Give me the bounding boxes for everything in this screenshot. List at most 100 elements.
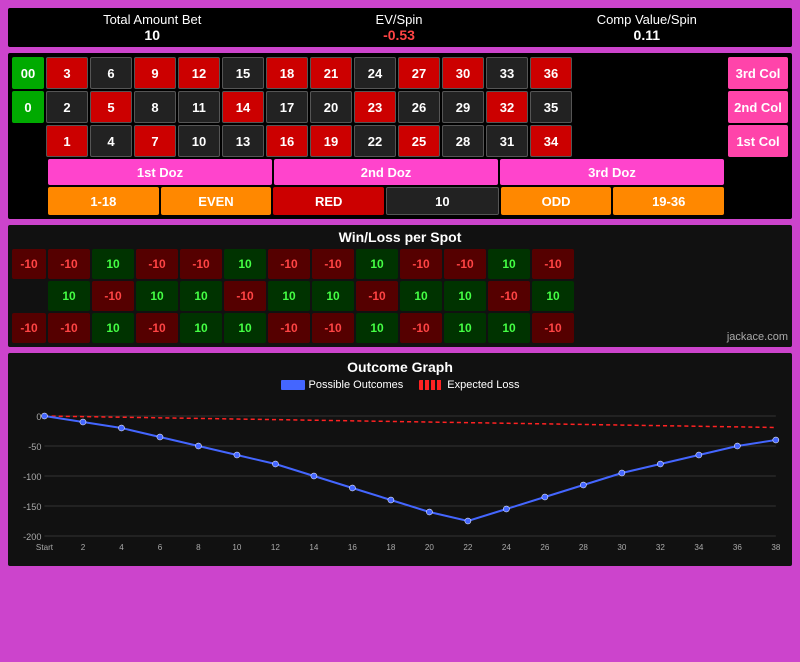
num-cell-30[interactable]: 30 — [442, 57, 484, 89]
num-cell-8[interactable]: 8 — [134, 91, 176, 123]
num-cell-29[interactable]: 29 — [442, 91, 484, 123]
svg-text:30: 30 — [617, 543, 627, 552]
svg-text:12: 12 — [271, 543, 281, 552]
wl-cell-0-8: -10 — [400, 249, 442, 279]
svg-text:Start: Start — [36, 543, 54, 552]
svg-text:8: 8 — [196, 543, 201, 552]
svg-text:18: 18 — [386, 543, 396, 552]
num-cell-12[interactable]: 12 — [178, 57, 220, 89]
wl-cell-2-3: 10 — [180, 313, 222, 343]
outside-bet-1[interactable]: EVEN — [161, 187, 272, 215]
total-amount-label: Total Amount Bet — [103, 12, 201, 27]
svg-text:6: 6 — [158, 543, 163, 552]
num-cell-4[interactable]: 4 — [90, 125, 132, 157]
num-cell-5[interactable]: 5 — [90, 91, 132, 123]
zero-00-cell[interactable]: 00 — [12, 57, 44, 89]
number-grid: 3691215182124273033362581114172023262932… — [46, 57, 726, 157]
svg-text:20: 20 — [425, 543, 435, 552]
outside-bet-2[interactable]: RED — [273, 187, 384, 215]
num-cell-1[interactable]: 1 — [46, 125, 88, 157]
wl-cell-0-9: -10 — [444, 249, 486, 279]
svg-text:2: 2 — [81, 543, 86, 552]
outside-bet-0[interactable]: 1-18 — [48, 187, 159, 215]
num-cell-16[interactable]: 16 — [266, 125, 308, 157]
graph-section: Outcome Graph Possible Outcomes Expected… — [8, 353, 792, 566]
outside-bet-4[interactable]: ODD — [501, 187, 612, 215]
num-cell-20[interactable]: 20 — [310, 91, 352, 123]
wl-cell-1-9: 10 — [444, 281, 486, 311]
num-cell-2[interactable]: 2 — [46, 91, 88, 123]
col-label-2[interactable]: 1st Col — [728, 125, 788, 157]
svg-text:4: 4 — [119, 543, 124, 552]
total-amount-stat: Total Amount Bet 10 — [103, 12, 201, 43]
wl-cell-0-5: -10 — [268, 249, 310, 279]
dozen-label-1[interactable]: 2nd Doz — [274, 159, 498, 185]
col-label-1[interactable]: 2nd Col — [728, 91, 788, 123]
num-cell-13[interactable]: 13 — [222, 125, 264, 157]
num-cell-3[interactable]: 3 — [46, 57, 88, 89]
svg-text:-50: -50 — [28, 442, 41, 452]
num-cell-33[interactable]: 33 — [486, 57, 528, 89]
zero-0-cell[interactable]: 0 — [12, 91, 44, 123]
ev-spin-label: EV/Spin — [376, 12, 423, 27]
dozen-label-2[interactable]: 3rd Doz — [500, 159, 724, 185]
num-cell-7[interactable]: 7 — [134, 125, 176, 157]
wl-row-2: -10-1010-101010-10-1010-101010-10 — [12, 313, 788, 343]
svg-text:38: 38 — [771, 543, 781, 552]
svg-text:16: 16 — [348, 543, 358, 552]
num-cell-34[interactable]: 34 — [530, 125, 572, 157]
num-cell-22[interactable]: 22 — [354, 125, 396, 157]
legend-expected: Expected Loss — [419, 379, 519, 391]
num-cell-31[interactable]: 31 — [486, 125, 528, 157]
wl-cell-0-6: -10 — [312, 249, 354, 279]
num-cell-19[interactable]: 19 — [310, 125, 352, 157]
board-row-2: 147101316192225283134 — [46, 125, 726, 157]
num-cell-23[interactable]: 23 — [354, 91, 396, 123]
legend-possible-label: Possible Outcomes — [309, 379, 404, 391]
board-row-1: 258111417202326293235 — [46, 91, 726, 123]
wl-cell-2-2: -10 — [136, 313, 178, 343]
wl-cell-2-9: 10 — [444, 313, 486, 343]
num-cell-28[interactable]: 28 — [442, 125, 484, 157]
num-cell-18[interactable]: 18 — [266, 57, 308, 89]
wl-cell-2-11: -10 — [532, 313, 574, 343]
num-cell-21[interactable]: 21 — [310, 57, 352, 89]
legend-possible: Possible Outcomes — [281, 379, 404, 391]
column-labels: 3rd Col2nd Col1st Col — [728, 57, 788, 157]
num-cell-24[interactable]: 24 — [354, 57, 396, 89]
num-cell-36[interactable]: 36 — [530, 57, 572, 89]
wl-cell-0-0: -10 — [48, 249, 90, 279]
num-cell-15[interactable]: 15 — [222, 57, 264, 89]
svg-text:-150: -150 — [23, 502, 41, 512]
winloss-title: Win/Loss per Spot — [12, 229, 788, 245]
svg-text:36: 36 — [733, 543, 743, 552]
outside-bet-3[interactable]: 10 — [386, 187, 499, 215]
wl-cell-2-4: 10 — [224, 313, 266, 343]
graph-title: Outcome Graph — [14, 359, 786, 375]
num-cell-26[interactable]: 26 — [398, 91, 440, 123]
num-cell-11[interactable]: 11 — [178, 91, 220, 123]
wl-cell-1-6: 10 — [312, 281, 354, 311]
num-cell-27[interactable]: 27 — [398, 57, 440, 89]
num-cell-10[interactable]: 10 — [178, 125, 220, 157]
outside-bet-5[interactable]: 19-36 — [613, 187, 724, 215]
wl-cell-0-3: -10 — [180, 249, 222, 279]
num-cell-6[interactable]: 6 — [90, 57, 132, 89]
num-cell-17[interactable]: 17 — [266, 91, 308, 123]
wl-cell-2-8: -10 — [400, 313, 442, 343]
num-cell-32[interactable]: 32 — [486, 91, 528, 123]
legend-blue-icon — [281, 380, 305, 390]
zero-column: 00 0 — [12, 57, 44, 157]
wl-cell-0-11: -10 — [532, 249, 574, 279]
legend-expected-label: Expected Loss — [447, 379, 519, 391]
col-label-0[interactable]: 3rd Col — [728, 57, 788, 89]
num-cell-25[interactable]: 25 — [398, 125, 440, 157]
wl-cell-1-1: -10 — [92, 281, 134, 311]
svg-text:32: 32 — [656, 543, 666, 552]
winloss-grid: -10-1010-10-1010-10-1010-10-1010-1010-10… — [12, 249, 788, 343]
num-cell-35[interactable]: 35 — [530, 91, 572, 123]
num-cell-9[interactable]: 9 — [134, 57, 176, 89]
dozen-label-0[interactable]: 1st Doz — [48, 159, 272, 185]
num-cell-14[interactable]: 14 — [222, 91, 264, 123]
svg-text:0: 0 — [36, 412, 41, 422]
